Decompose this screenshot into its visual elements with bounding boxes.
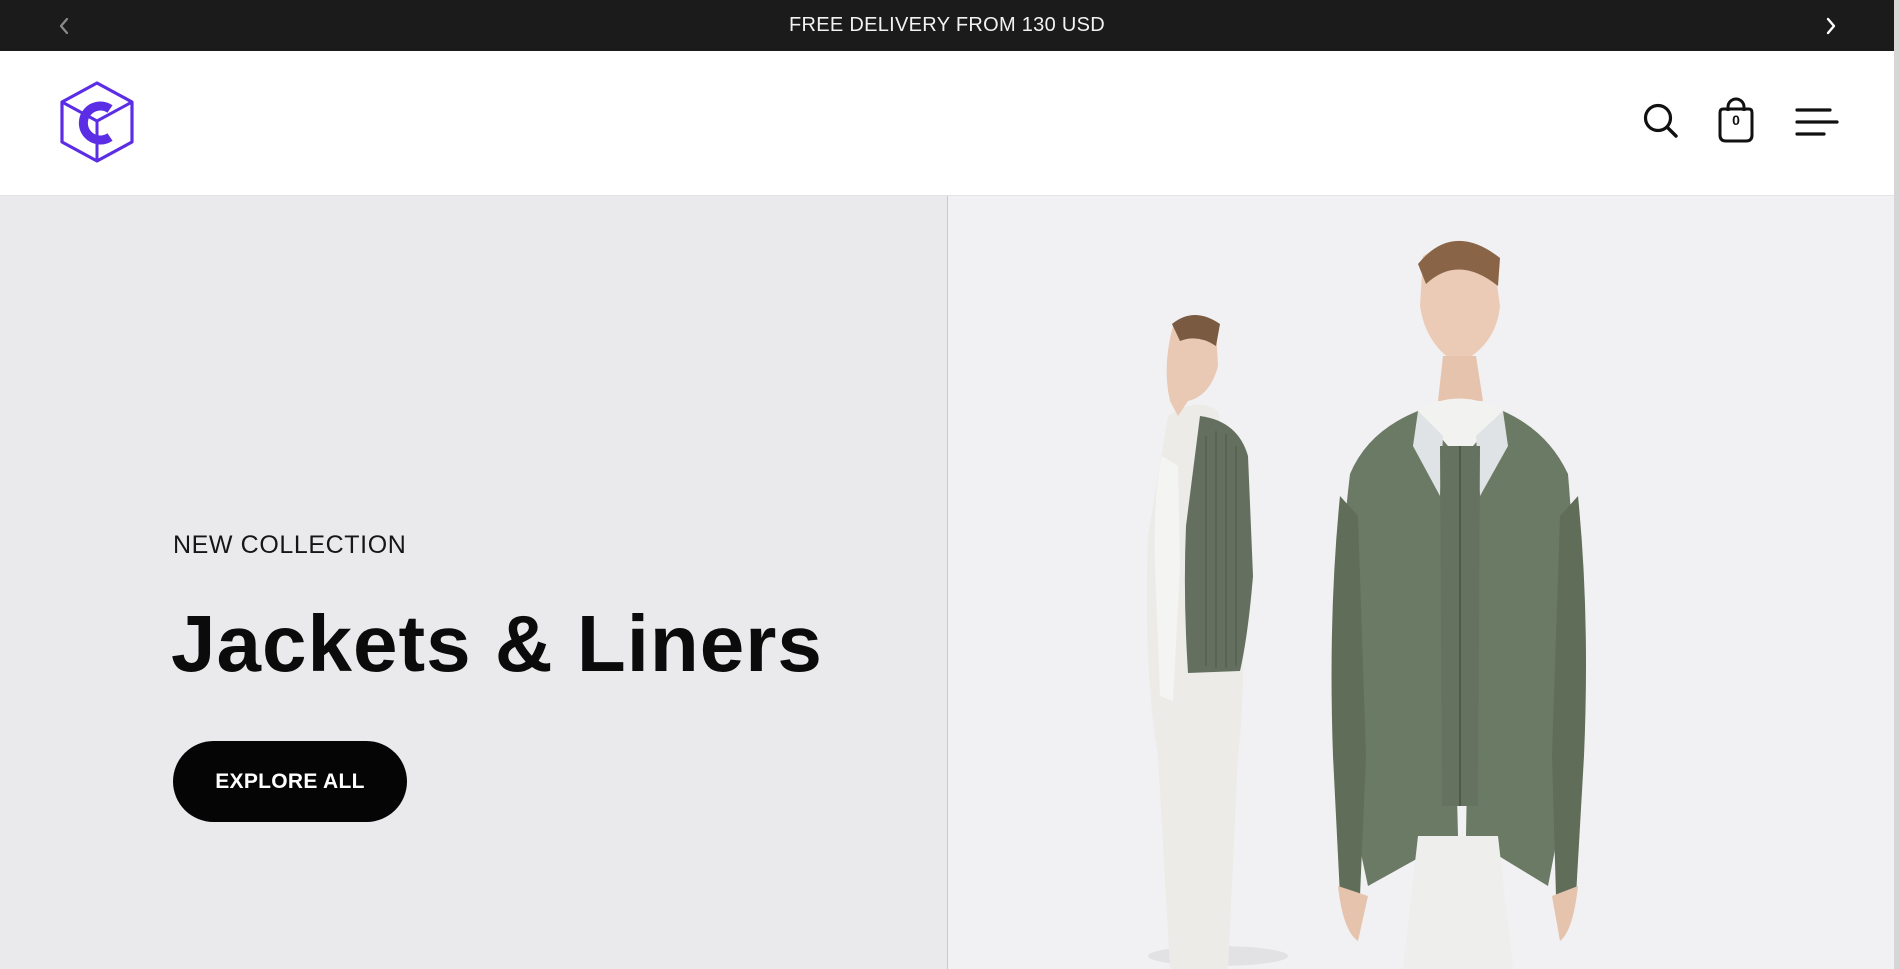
announcement-bar: FREE DELIVERY FROM 130 USD (0, 0, 1894, 51)
search-button[interactable] (1640, 100, 1682, 142)
announcement-next-button[interactable] (1805, 0, 1856, 51)
hero-image-panel[interactable] (948, 196, 1894, 969)
hero-title: Jackets & Liners (171, 599, 823, 688)
announcement-prev-button[interactable] (38, 0, 89, 51)
site-header: 0 (0, 51, 1894, 196)
chevron-left-icon (59, 17, 68, 34)
menu-button[interactable] (1794, 105, 1840, 139)
site-logo[interactable] (58, 79, 136, 165)
hero-eyebrow: NEW COLLECTION (173, 531, 407, 559)
chevron-right-icon (1826, 17, 1835, 34)
announcement-text: FREE DELIVERY FROM 130 USD (788, 14, 1106, 36)
cart-count-badge: 0 (1732, 112, 1740, 128)
menu-icon (1795, 108, 1839, 136)
cart-button[interactable]: 0 (1714, 95, 1758, 145)
explore-all-button[interactable]: EXPLORE ALL (173, 741, 407, 822)
hero-text-panel: NEW COLLECTION Jackets & Liners EXPLORE … (0, 196, 947, 969)
search-icon (1643, 103, 1678, 138)
page-scrollbar[interactable] (1894, 0, 1899, 969)
hero-models-image (1146, 240, 1586, 969)
cube-c-logo (60, 81, 134, 163)
